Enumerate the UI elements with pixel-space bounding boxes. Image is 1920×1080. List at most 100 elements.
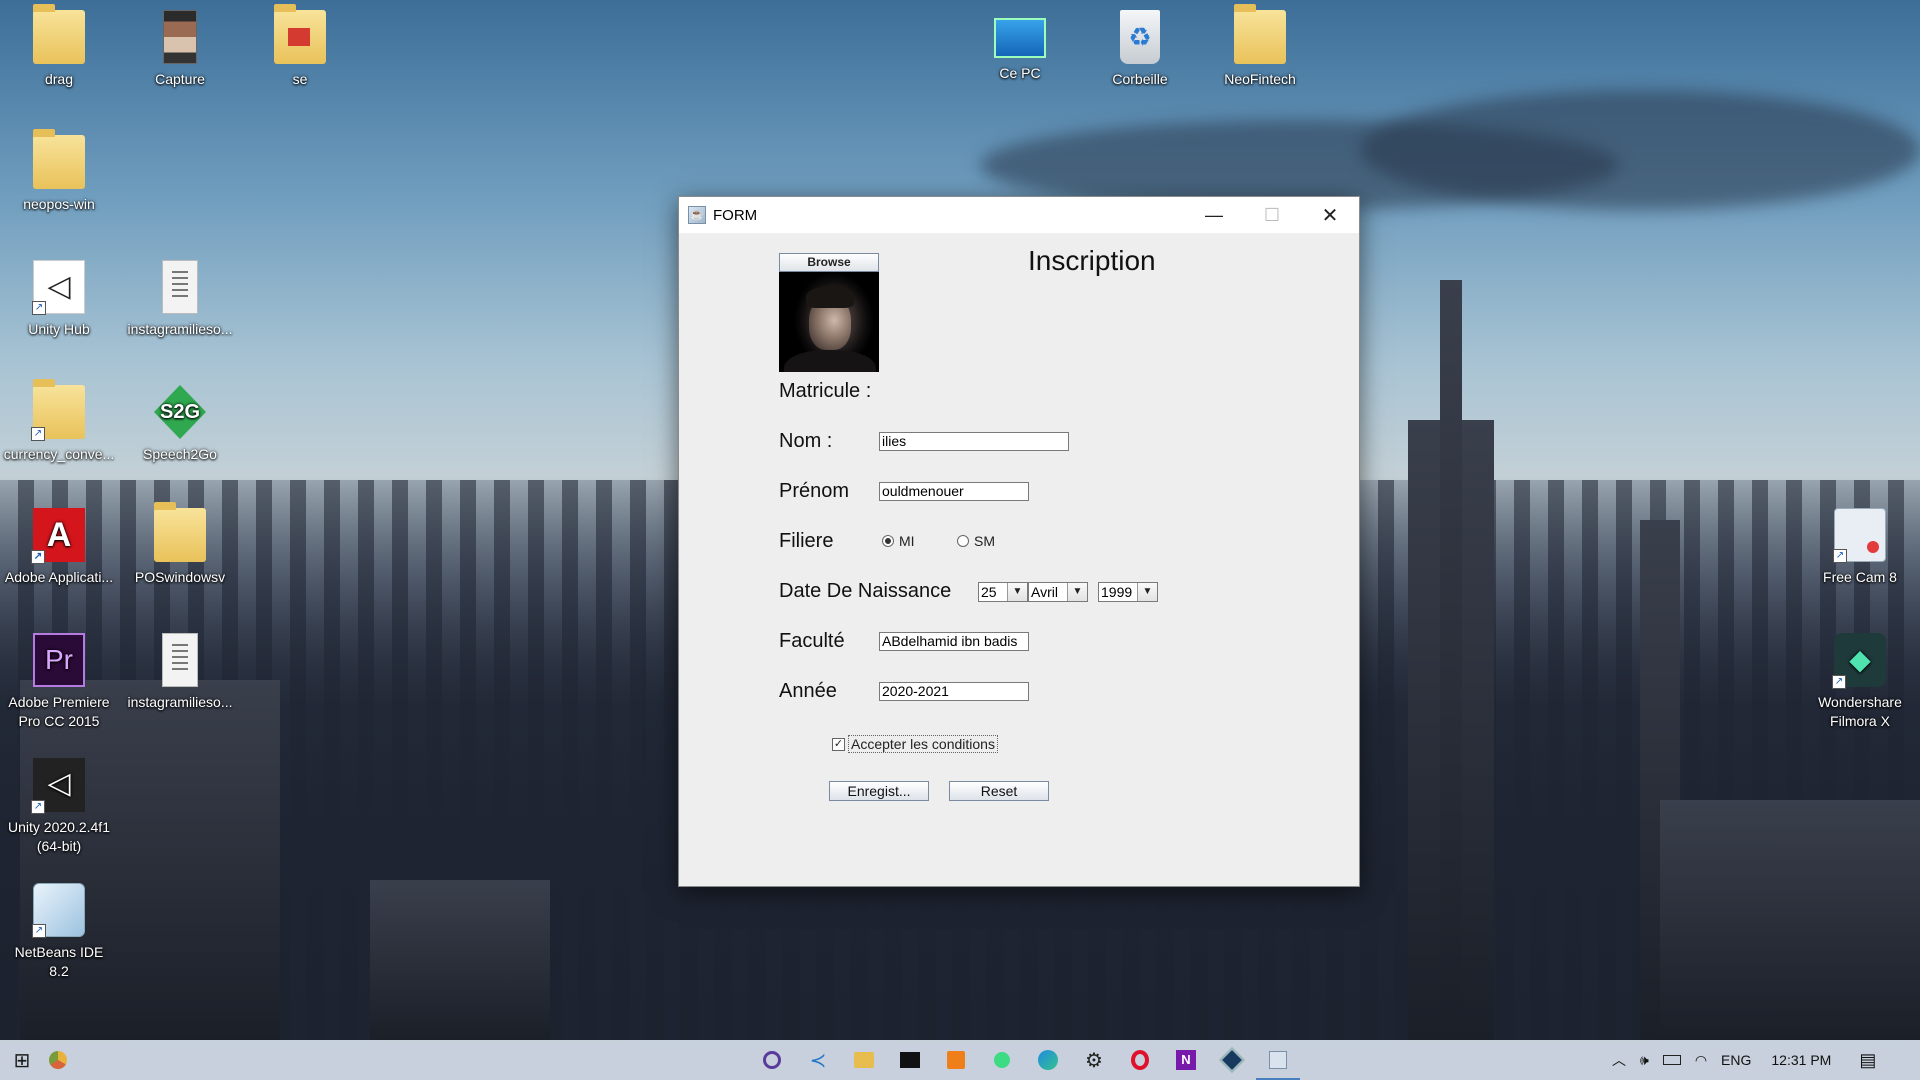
- settings-icon[interactable]: ⚙: [1082, 1048, 1106, 1072]
- prenom-label: Prénom: [779, 480, 850, 502]
- java-app-icon[interactable]: [1256, 1048, 1300, 1080]
- desktop-icon-free-cam[interactable]: ↗ Free Cam 8: [1804, 508, 1916, 587]
- folder-icon: [33, 129, 85, 189]
- desktop-icon-instagramilieso[interactable]: instagramilieso...: [124, 260, 236, 339]
- opera-icon[interactable]: [1128, 1048, 1152, 1072]
- notification-icon[interactable]: ▤: [1859, 1050, 1876, 1071]
- sublime-icon[interactable]: [944, 1048, 968, 1072]
- chrome-canary-icon[interactable]: [46, 1048, 70, 1072]
- folder-icon: [154, 502, 206, 562]
- desktop-icon-se[interactable]: se: [244, 4, 356, 89]
- desktop-icon-label: currency_conve...: [3, 446, 115, 462]
- accept-conditions-checkbox[interactable]: ✓ Accepter les conditions: [832, 735, 998, 753]
- dob-year-select[interactable]: 1999 ▼: [1098, 582, 1158, 602]
- close-button[interactable]: ✕: [1301, 197, 1359, 233]
- unity-hub-icon: ◁ ↗: [32, 260, 85, 315]
- adobe-icon: A ↗: [31, 508, 85, 564]
- annee-field[interactable]: 2020-2021: [879, 682, 1029, 701]
- edge-icon[interactable]: [1036, 1048, 1060, 1072]
- filiere-option-label: MI: [899, 533, 915, 549]
- virtualbox-icon[interactable]: [1219, 1047, 1245, 1073]
- desktop-icon-unity-hub[interactable]: ◁ ↗ Unity Hub: [3, 260, 115, 339]
- desktop-icon-neopos-win[interactable]: neopos-win: [3, 129, 115, 214]
- image-file-icon: [163, 10, 197, 64]
- building: [20, 680, 280, 1040]
- wifi-icon[interactable]: ◠: [1695, 1052, 1707, 1069]
- desktop-icon-poswindowsv[interactable]: POSwindowsv: [124, 502, 236, 587]
- desktop-icon-filmora[interactable]: ◆ ↗ Wondershare Filmora X: [1804, 633, 1916, 731]
- desktop-icon-speech2go[interactable]: S2G Speech2Go: [124, 385, 236, 464]
- chevron-down-icon: ▼: [1007, 583, 1027, 601]
- desktop-icon-label: Wondershare Filmora X: [1818, 694, 1902, 729]
- desktop-icon-currency-converter[interactable]: ↗ currency_conve...: [3, 379, 115, 464]
- browse-button[interactable]: Browse: [779, 253, 879, 272]
- chevron-down-icon: ▼: [1137, 583, 1157, 601]
- desktop-icon-capture[interactable]: Capture: [124, 10, 236, 89]
- form-panel: Inscription Browse Matricule : Nom : ili…: [679, 233, 1359, 886]
- desktop-icon-label: Ce PC: [999, 65, 1041, 81]
- save-button[interactable]: Enregist...: [829, 781, 929, 801]
- language-indicator[interactable]: ENG: [1721, 1052, 1751, 1068]
- desktop-icon-netbeans[interactable]: ↗ NetBeans IDE 8.2: [3, 883, 115, 981]
- terminal-icon[interactable]: [898, 1048, 922, 1072]
- dob-day-value: 25: [981, 584, 997, 600]
- desktop-icon-corbeille[interactable]: ♻ Corbeille: [1084, 10, 1196, 89]
- battery-icon[interactable]: [1662, 1055, 1681, 1065]
- desktop-icon-instagramilieso-2[interactable]: instagramilieso...: [124, 633, 236, 712]
- desktop-icon-label: POSwindowsv: [134, 569, 226, 585]
- form-heading: Inscription: [1028, 245, 1156, 276]
- reset-button[interactable]: Reset: [949, 781, 1049, 801]
- folder-icon: ↗: [31, 379, 85, 441]
- desktop-icon-adobe-application-manager[interactable]: A ↗ Adobe Applicati...: [3, 508, 115, 587]
- chevron-up-icon[interactable]: ︿: [1612, 1050, 1626, 1070]
- desktop-icon-label: Adobe Premiere Pro CC 2015: [8, 694, 110, 729]
- desktop-icon-drag[interactable]: drag: [3, 4, 115, 89]
- filiere-radio-mi[interactable]: MI: [882, 533, 915, 549]
- desktop-icon-neofintech[interactable]: NeoFintech: [1204, 4, 1316, 89]
- dob-day-select[interactable]: 25 ▼: [978, 582, 1028, 602]
- desktop-icon-ce-pc[interactable]: Ce PC: [964, 10, 1076, 83]
- desktop-icon-label: instagramilieso...: [127, 694, 233, 710]
- form-window: ☕ FORM — ☐ ✕ Inscription Browse Matricul…: [678, 196, 1360, 887]
- clock[interactable]: 12:31 PM: [1771, 1052, 1831, 1068]
- nom-label: Nom :: [779, 430, 833, 452]
- android-studio-icon[interactable]: [990, 1048, 1014, 1072]
- desktop-icon-unity[interactable]: ◁ ↗ Unity 2020.2.4f1 (64-bit): [3, 758, 115, 856]
- desktop-icon-label: drag: [44, 71, 74, 87]
- building: [1660, 800, 1920, 1040]
- building-spire: [1440, 280, 1462, 1040]
- shortcut-arrow-icon: ↗: [32, 301, 46, 315]
- accept-conditions-label: Accepter les conditions: [848, 735, 998, 753]
- obs-icon[interactable]: [760, 1048, 784, 1072]
- text-file-icon: [162, 633, 198, 687]
- onenote-icon[interactable]: N: [1174, 1048, 1198, 1072]
- computer-icon: [994, 18, 1046, 58]
- desktop-icon-adobe-premiere[interactable]: Pr Adobe Premiere Pro CC 2015: [3, 633, 115, 731]
- shortcut-arrow-icon: ↗: [31, 800, 45, 814]
- filiere-radio-sm[interactable]: SM: [957, 533, 995, 549]
- volume-icon[interactable]: 🕪: [1640, 1052, 1649, 1069]
- prenom-field[interactable]: ouldmenouer: [879, 482, 1029, 501]
- dob-month-select[interactable]: Avril ▼: [1028, 582, 1088, 602]
- faculte-field[interactable]: ABdelhamid ibn badis: [879, 632, 1029, 651]
- system-tray: ︿ 🕪 ◠ ENG 12:31 PM ▤: [1612, 1040, 1876, 1080]
- date-naissance-label: Date De Naissance: [779, 580, 952, 602]
- matricule-label: Matricule :: [779, 380, 872, 402]
- recycle-bin-icon: ♻: [1120, 10, 1160, 64]
- pdf-folder-icon: [274, 4, 326, 64]
- unity-icon: ◁ ↗: [31, 758, 85, 814]
- window-titlebar[interactable]: ☕ FORM — ☐ ✕: [679, 197, 1359, 233]
- desktop-icon-label: Speech2Go: [143, 446, 217, 462]
- checkmark-icon: ✓: [832, 737, 845, 751]
- profile-photo: [779, 272, 879, 372]
- file-explorer-icon[interactable]: [852, 1048, 876, 1072]
- filiere-option-label: SM: [974, 533, 995, 549]
- nom-field[interactable]: ilies: [879, 432, 1069, 451]
- desktop-icon-label: neopos-win: [23, 196, 95, 212]
- desktop-icon-label: Adobe Applicati...: [4, 569, 114, 585]
- maximize-button[interactable]: ☐: [1243, 197, 1301, 233]
- annee-label: Année: [779, 680, 837, 702]
- start-icon[interactable]: ⊞: [10, 1048, 34, 1072]
- minimize-button[interactable]: —: [1185, 197, 1243, 233]
- vscode-icon[interactable]: ≺: [806, 1048, 830, 1072]
